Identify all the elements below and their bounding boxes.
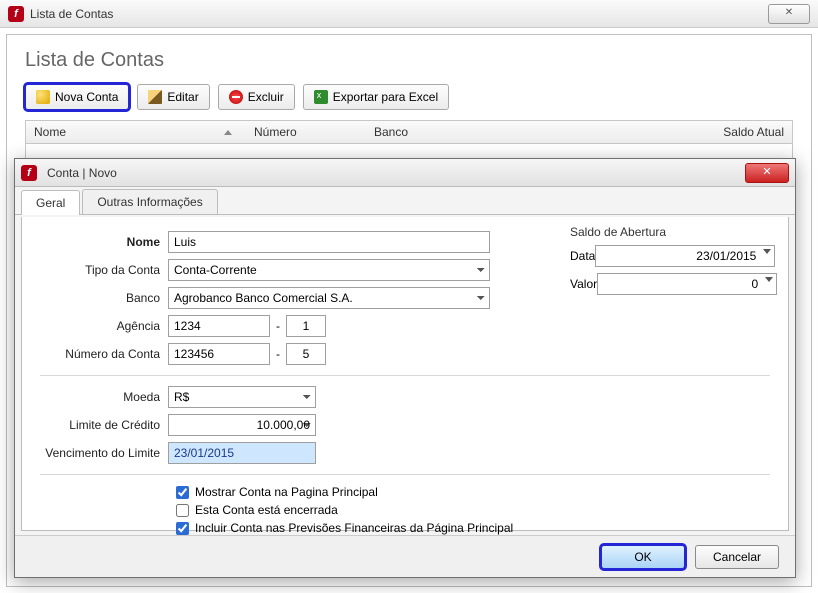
chevron-down-icon (763, 249, 771, 254)
numero-input[interactable] (168, 343, 270, 365)
col-header-saldo[interactable]: Saldo Atual (702, 125, 792, 139)
exportar-label: Exportar para Excel (333, 90, 438, 104)
label-nome: Nome (40, 235, 168, 249)
saldo-abertura-panel: Saldo de Abertura Data Valor (570, 225, 770, 301)
moeda-select[interactable] (168, 386, 316, 408)
checkbox-mostrar-label: Mostrar Conta na Pagina Principal (195, 485, 378, 499)
label-data: Data (570, 249, 595, 263)
main-window-title: Lista de Contas (30, 7, 768, 21)
tab-geral[interactable]: Geral (21, 190, 80, 215)
checkbox-previsoes-label: Incluir Conta nas Previsões Financeiras … (195, 521, 513, 535)
nova-conta-button[interactable]: Nova Conta (25, 84, 129, 110)
data-input[interactable] (595, 245, 775, 267)
delete-icon (229, 90, 243, 104)
tipo-select[interactable] (168, 259, 490, 281)
checkbox-mostrar[interactable] (176, 486, 189, 499)
nome-input[interactable] (168, 231, 490, 253)
main-titlebar: f Lista de Contas ✕ (0, 0, 818, 28)
excluir-label: Excluir (248, 90, 284, 104)
page-heading: Lista de Contas (25, 49, 793, 72)
sort-asc-icon (224, 130, 232, 135)
dash: - (276, 319, 280, 333)
col-nome-label: Nome (34, 125, 66, 139)
divider (40, 474, 770, 475)
label-venc: Vencimento do Limite (40, 446, 168, 460)
edit-icon (148, 90, 162, 104)
app-icon: f (8, 6, 24, 22)
divider (40, 375, 770, 376)
label-tipo: Tipo da Conta (40, 263, 168, 277)
agencia-input[interactable] (168, 315, 270, 337)
label-limite: Limite de Crédito (40, 418, 168, 432)
grid-header: Nome Número Banco Saldo Atual (25, 120, 793, 144)
editar-label: Editar (167, 90, 198, 104)
valor-input[interactable] (597, 273, 777, 295)
chevron-down-icon (765, 277, 773, 282)
toolbar: Nova Conta Editar Excluir Exportar para … (25, 84, 793, 110)
modal-titlebar: f Conta | Novo ✕ (15, 159, 795, 187)
col-header-nome[interactable]: Nome (26, 125, 246, 139)
checkbox-encerrada[interactable] (176, 504, 189, 517)
modal-tabs: Geral Outras Informações (15, 187, 795, 215)
exportar-button[interactable]: Exportar para Excel (303, 84, 449, 110)
cancelar-button[interactable]: Cancelar (695, 545, 779, 569)
modal-title: Conta | Novo (47, 166, 117, 180)
checkbox-previsoes[interactable] (176, 522, 189, 535)
excel-icon (314, 90, 328, 104)
label-numero: Número da Conta (40, 347, 168, 361)
nova-conta-label: Nova Conta (55, 90, 118, 104)
limite-input[interactable] (168, 414, 316, 436)
vencimento-input[interactable] (168, 442, 316, 464)
modal-footer: OK Cancelar (15, 535, 795, 577)
label-moeda: Moeda (40, 390, 168, 404)
main-close-button[interactable]: ✕ (768, 4, 810, 24)
conta-modal: f Conta | Novo ✕ Geral Outras Informaçõe… (14, 158, 796, 578)
modal-close-button[interactable]: ✕ (745, 163, 789, 183)
dash: - (276, 347, 280, 361)
new-icon (36, 90, 50, 104)
checkbox-encerrada-label: Esta Conta está encerrada (195, 503, 338, 517)
agencia-dv-input[interactable] (286, 315, 326, 337)
col-header-banco[interactable]: Banco (366, 125, 702, 139)
excluir-button[interactable]: Excluir (218, 84, 295, 110)
app-icon: f (21, 165, 37, 181)
numero-dv-input[interactable] (286, 343, 326, 365)
col-header-numero[interactable]: Número (246, 125, 366, 139)
tab-outras[interactable]: Outras Informações (82, 189, 217, 214)
label-valor: Valor (570, 277, 597, 291)
label-agencia: Agência (40, 319, 168, 333)
label-banco: Banco (40, 291, 168, 305)
saldo-abertura-title: Saldo de Abertura (570, 225, 770, 239)
editar-button[interactable]: Editar (137, 84, 209, 110)
form-area: Nome Tipo da Conta Banco Agência - Númer… (21, 217, 789, 531)
ok-button[interactable]: OK (601, 545, 685, 569)
banco-select[interactable] (168, 287, 490, 309)
